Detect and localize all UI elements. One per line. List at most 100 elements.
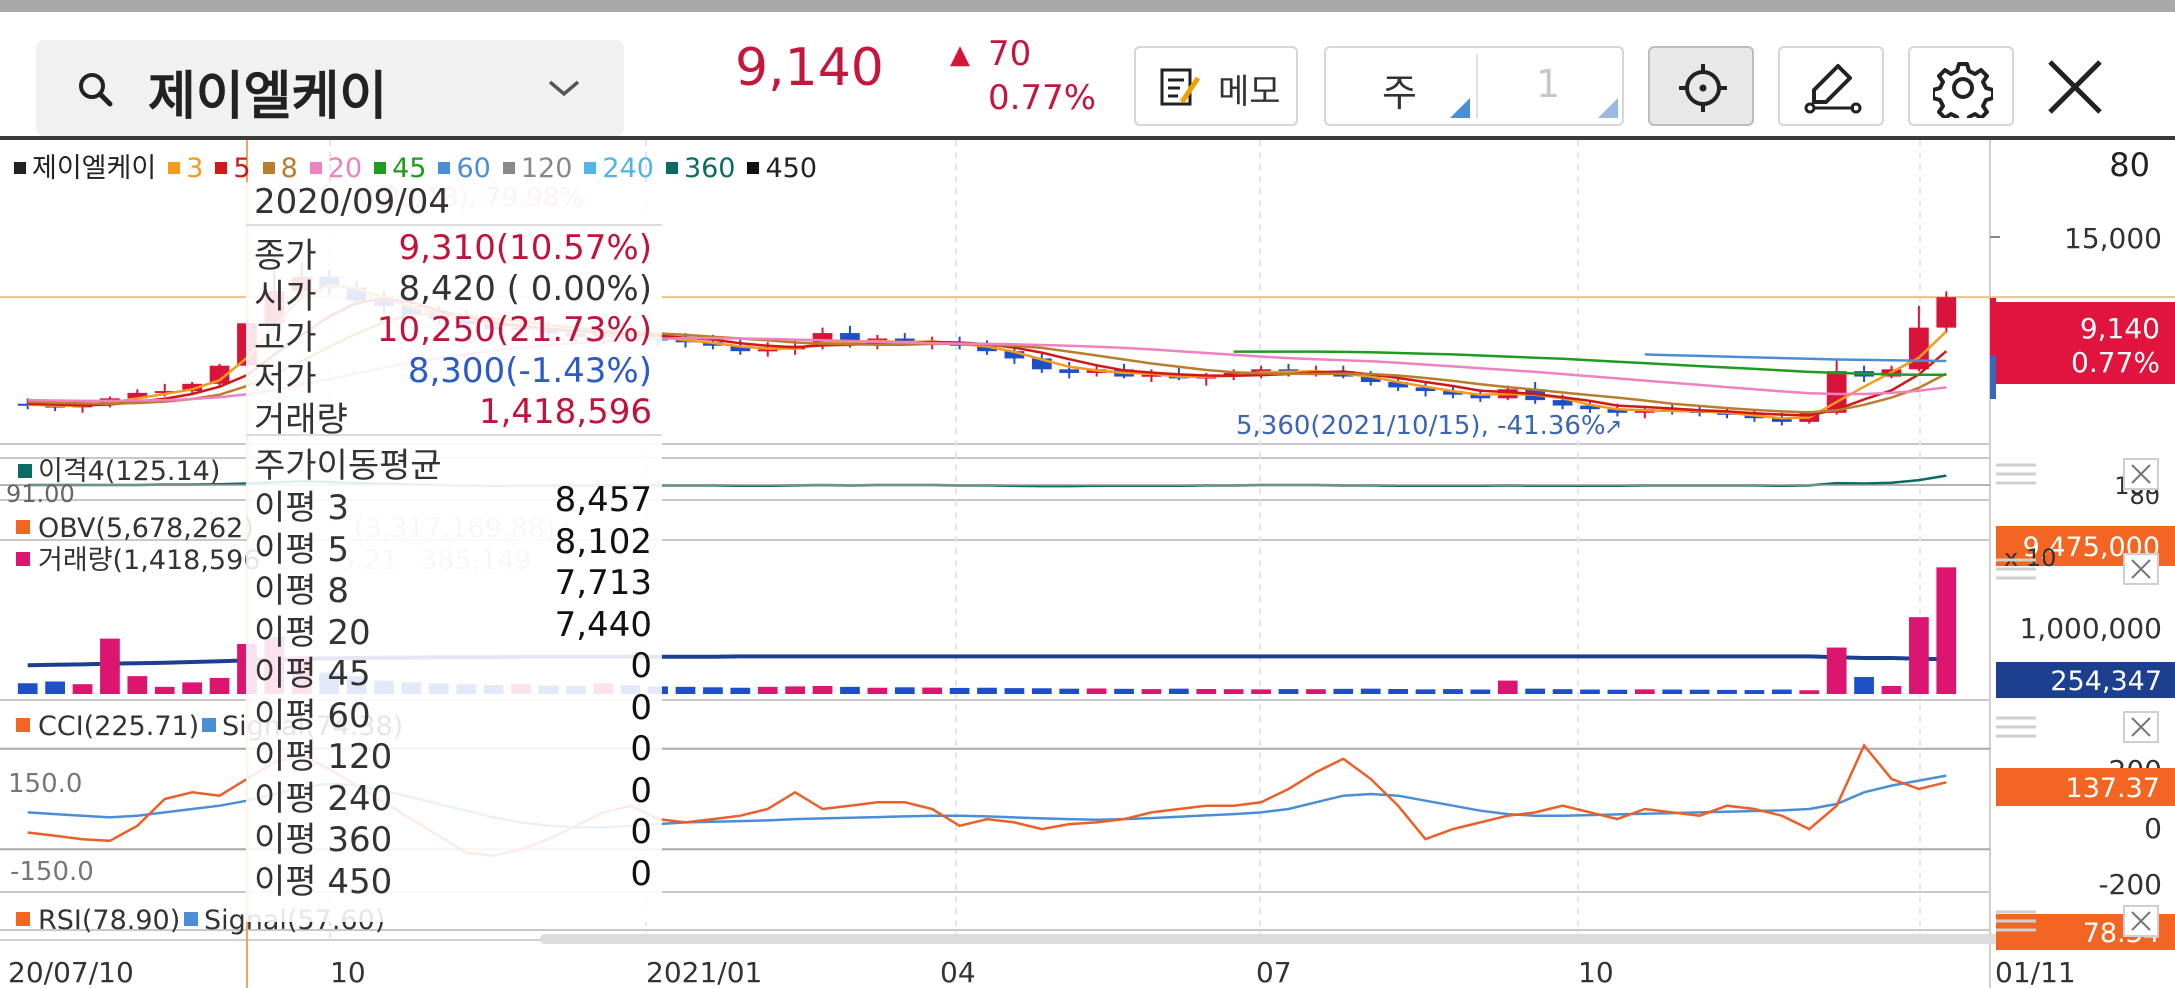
volume-bar: [1470, 689, 1491, 694]
price-badge-pct: 0.77%: [2071, 346, 2160, 379]
tooltip-ma-row: 이평 5 8,102: [254, 522, 658, 570]
volume-bar: [1114, 688, 1134, 694]
settings-button[interactable]: [1908, 46, 2014, 126]
period-selector[interactable]: 주 1: [1324, 46, 1624, 126]
tooltip-ma-value: 7,713: [554, 563, 652, 603]
volume-bar: [1634, 689, 1655, 694]
close-icon[interactable]: [2044, 56, 2106, 118]
legend-swatch: [747, 161, 760, 174]
legend-label: 120: [520, 153, 573, 184]
candle-body: [1059, 369, 1080, 373]
volume-bar: [72, 684, 93, 694]
tooltip-ma-row: 이평 240 0: [254, 770, 658, 819]
cci-tick: 0: [2144, 812, 2162, 845]
price-tick-15000: 15,000: [2064, 222, 2162, 255]
memo-icon: [1160, 68, 1201, 106]
legend-label: 360: [683, 153, 736, 184]
volume-bar: [1031, 688, 1052, 694]
volume-bar: [127, 676, 148, 694]
tooltip-date-row: 2020/09/04: [254, 182, 658, 224]
tooltip-ma-label: 이평 450: [254, 861, 393, 902]
tooltip-ma-value: 8,457: [554, 480, 652, 520]
chart-area[interactable]: 5,360(2021/10/15), -41.36%↗0/09/18), 79.…: [0, 140, 2175, 988]
legend-label: 60: [456, 153, 491, 184]
tooltip-separator: [246, 434, 662, 436]
volume-bar: [1415, 689, 1436, 694]
tooltip-row: 거래량 1,418,596: [254, 392, 658, 440]
rsi-signal-swatch: [184, 912, 198, 926]
tooltip-row-value: 1,418,596: [478, 392, 652, 432]
volume-bar: [730, 687, 751, 694]
legend-label: 3: [186, 153, 204, 184]
disparity-legend-swatch: [18, 464, 32, 478]
volume-bar: [100, 638, 120, 694]
rsi-legend-swatch: [16, 912, 30, 926]
volume-bar: [1662, 689, 1683, 694]
chevron-down-icon[interactable]: [546, 76, 582, 100]
legend-swatch: [262, 161, 275, 174]
legend-label: 제이엘케이: [32, 153, 157, 184]
chart-header: 제이엘케이 9,140 ▲ 70 0.77% 메모 주 1: [0, 12, 2175, 136]
volume-bar: [17, 683, 38, 694]
stock-name: 제이엘케이: [148, 67, 388, 127]
volume-bar: [1580, 689, 1600, 694]
tooltip-row-value: 9,310(10.57%): [398, 228, 652, 268]
tooltip-ma-title-row: 주가이동평균: [254, 438, 658, 486]
legend-swatch: [374, 161, 387, 174]
volume-bar: [977, 687, 997, 694]
crosshair-button[interactable]: [1648, 46, 1754, 126]
legend-swatch: [309, 161, 322, 174]
legend-swatch: [438, 161, 451, 174]
volume-bar: [1360, 688, 1381, 694]
period-count[interactable]: 1: [1536, 62, 1560, 106]
volume-tick: 1,000,000: [2019, 612, 2162, 645]
pen-icon: [1804, 64, 1862, 114]
volume-bar: [1799, 690, 1820, 694]
search-icon: [79, 73, 113, 107]
volume-bar: [1854, 677, 1874, 694]
volume-bar: [1717, 689, 1737, 694]
x-axis-label: 20/07/10: [8, 956, 134, 988]
volume-bar: [45, 681, 65, 694]
low-annotation-arrow: ↗: [1604, 415, 1622, 440]
x-axis-label: 07: [1256, 956, 1292, 988]
price-axis-top-label: 80: [2109, 146, 2150, 184]
volume-bar: [1607, 689, 1628, 694]
panel-close-icon: [2123, 553, 2159, 585]
tooltip-row-value: 10,250(21.73%): [376, 310, 652, 350]
volume-bar: [1443, 689, 1463, 694]
volume-bar: [894, 687, 915, 694]
tooltip-separator: [246, 224, 662, 226]
x-axis-label: 2021/01: [646, 956, 762, 988]
volume-bar: [1497, 680, 1518, 694]
x-axis-label: 04: [940, 956, 976, 988]
draw-button[interactable]: [1778, 46, 1884, 126]
volume-bar: [1004, 688, 1025, 694]
legend-swatch: [502, 161, 515, 174]
tooltip-ma-row: 이평 45 0: [254, 646, 658, 694]
cci-left-top: 150.0: [8, 769, 82, 799]
volume-bar: [1059, 688, 1080, 694]
x-axis-label: 10: [1578, 956, 1614, 988]
legend-label: 8: [280, 153, 298, 184]
cci-signal-swatch: [202, 718, 216, 732]
tooltip-ma-row: 이평 3 8,457: [254, 480, 658, 528]
legend-label: 45: [392, 153, 427, 184]
tooltip-ma-value: 0: [630, 770, 652, 811]
obv-label: OBV(5,678,262): [38, 513, 254, 544]
panel-close-icon: [2123, 458, 2159, 490]
volume-bar: [675, 686, 696, 694]
candle-body: [1936, 297, 1957, 328]
volume-bar: [1168, 688, 1189, 694]
tooltip-ma-row: 이평 360 0: [254, 812, 658, 860]
stock-search-box[interactable]: 제이엘케이: [36, 40, 624, 136]
memo-button[interactable]: 메모: [1134, 46, 1298, 126]
panel-close-icon: [2123, 711, 2159, 743]
tooltip-row-value: 8,300(-1.43%): [407, 351, 652, 391]
volume-bar: [1196, 688, 1217, 694]
change-arrow: ▲: [950, 40, 970, 70]
dropdown-corner-icon: [1450, 98, 1470, 118]
cci-label: CCI(225.71): [38, 711, 199, 742]
legend: 제이엘케이 3 5 8 20 45 60 120 240 360 450: [14, 146, 817, 186]
period-unit: 주: [1382, 71, 1417, 115]
